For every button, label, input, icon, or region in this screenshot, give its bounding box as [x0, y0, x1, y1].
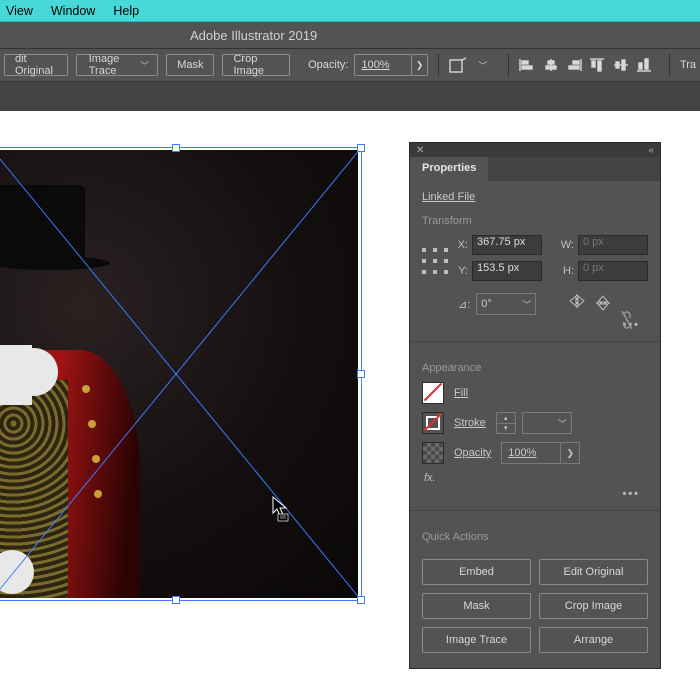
quick-actions-section: Quick Actions [410, 517, 660, 543]
close-icon[interactable]: ✕ [416, 145, 424, 156]
angle-value: 0° [481, 298, 492, 310]
selection-diagonals [0, 148, 361, 600]
divider [410, 341, 660, 342]
app-titlebar: Adobe Illustrator 2019 [0, 22, 700, 48]
reference-point-grid[interactable] [422, 248, 440, 274]
crop-image-button[interactable]: Crop Image [539, 593, 648, 619]
handle-top-middle[interactable] [172, 144, 180, 152]
opacity-value[interactable]: 100% [354, 54, 412, 76]
separator [508, 54, 509, 76]
opacity-label: Opacity: [308, 59, 348, 71]
handle-top-right[interactable] [357, 144, 365, 152]
edit-original-button[interactable]: dit Original [4, 54, 68, 76]
opacity-dropdown[interactable]: ❯ [412, 54, 427, 76]
cursor-icon [272, 496, 292, 527]
linked-file-link[interactable]: Linked File [422, 191, 648, 203]
opacity-dropdown[interactable]: ❯ [561, 442, 580, 464]
align-left-icon[interactable] [518, 54, 535, 76]
more-options-icon[interactable]: ••• [422, 488, 640, 500]
panel-section-top: Linked File Transform X: 367.75 px W: 0 … [410, 181, 660, 335]
align-center-h-icon[interactable] [542, 54, 559, 76]
y-label: Y: [450, 265, 468, 277]
stroke-label[interactable]: Stroke [454, 417, 486, 429]
fx-button[interactable]: fx. [424, 472, 648, 484]
edit-original-button[interactable]: Edit Original [539, 559, 648, 585]
opacity-swatch[interactable] [422, 442, 444, 464]
x-label: X: [450, 239, 468, 251]
more-options-icon[interactable]: ••• [422, 319, 640, 331]
appearance-section: Appearance Fill Stroke ▴▾ ﹀ Opacity 100%… [410, 348, 660, 504]
separator [438, 54, 439, 76]
handle-bottom-right[interactable] [357, 596, 365, 604]
w-input[interactable]: 0 px [578, 235, 648, 255]
control-bar: dit Original Image Trace ﹀ Mask Crop Ima… [0, 48, 700, 82]
w-label: W: [556, 239, 574, 251]
arrange-button[interactable]: Arrange [539, 627, 648, 653]
menu-help[interactable]: Help [113, 4, 139, 18]
opacity-value-input[interactable]: 100% [501, 442, 561, 464]
fill-swatch[interactable] [422, 382, 444, 404]
fill-label[interactable]: Fill [454, 387, 468, 399]
stroke-profile-dropdown[interactable]: ﹀ [522, 412, 572, 434]
align-bottom-icon[interactable] [636, 54, 653, 76]
separator [669, 54, 670, 76]
constrain-proportions-icon[interactable] [620, 309, 634, 334]
y-input[interactable]: 153.5 px [472, 261, 542, 281]
image-trace-button[interactable]: Image Trace ﹀ [76, 54, 158, 76]
crop-image-button[interactable]: Crop Image [222, 54, 290, 76]
divider [410, 510, 660, 511]
stroke-swatch[interactable] [422, 412, 444, 434]
opacity-label[interactable]: Opacity [454, 447, 491, 459]
mask-button[interactable]: Mask [422, 593, 531, 619]
document-setup-icon[interactable] [449, 54, 467, 76]
h-label: H: [556, 265, 574, 277]
image-trace-label: Image Trace [89, 53, 134, 77]
flip-horizontal-icon[interactable] [568, 294, 586, 315]
handle-middle-right[interactable] [357, 370, 365, 378]
tab-properties[interactable]: Properties [410, 157, 488, 181]
app-title: Adobe Illustrator 2019 [190, 28, 317, 43]
embed-button[interactable]: Embed [422, 559, 531, 585]
flip-vertical-icon[interactable] [596, 294, 610, 315]
appearance-heading: Appearance [422, 362, 648, 374]
menu-view[interactable]: View [6, 4, 33, 18]
chevron-down-icon[interactable]: ﹀ [522, 298, 531, 311]
stroke-weight-stepper[interactable]: ▴▾ [496, 412, 516, 434]
transform-label-cut: Tra [680, 59, 696, 71]
chevron-down-icon[interactable]: ﹀ [140, 59, 149, 72]
image-trace-button[interactable]: Image Trace [422, 627, 531, 653]
chevron-down-icon[interactable]: ﹀ [479, 59, 488, 72]
os-menubar: View Window Help [0, 0, 700, 22]
align-right-icon[interactable] [565, 54, 582, 76]
collapse-icon[interactable]: « [648, 145, 654, 156]
h-input[interactable]: 0 px [578, 261, 648, 281]
align-center-v-icon[interactable] [612, 54, 629, 76]
transform-heading: Transform [422, 215, 648, 227]
angle-input[interactable]: 0° ﹀ [476, 293, 536, 315]
quick-actions-heading: Quick Actions [422, 531, 648, 543]
handle-bottom-middle[interactable] [172, 596, 180, 604]
angle-label: ⊿: [458, 298, 470, 311]
selection-bounding-box[interactable] [0, 147, 362, 601]
menu-window[interactable]: Window [51, 4, 95, 18]
panel-tabbar: Properties [410, 157, 660, 181]
panel-titlebar[interactable]: ✕ « [410, 143, 660, 157]
align-top-icon[interactable] [589, 54, 606, 76]
x-input[interactable]: 367.75 px [472, 235, 542, 255]
mask-button[interactable]: Mask [166, 54, 214, 76]
properties-panel: ✕ « Properties Linked File Transform X: … [409, 142, 661, 669]
